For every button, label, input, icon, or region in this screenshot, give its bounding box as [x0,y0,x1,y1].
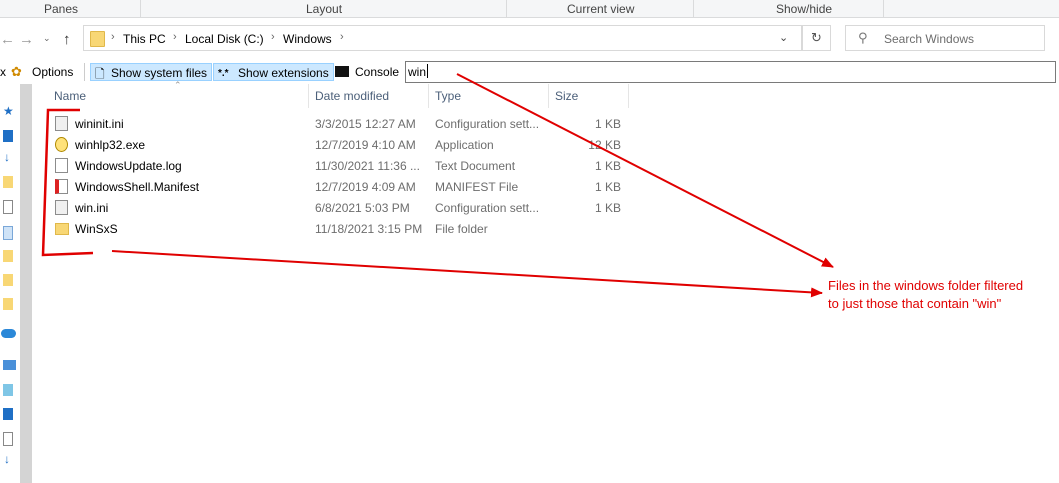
annotation-line-1: Files in the windows folder filtered [828,278,1024,293]
annotation-bracket [41,108,94,257]
annotation-arrow-to-filter [456,73,834,268]
annotation-line-2: to just those that contain "win" [828,296,1002,311]
annotation-text: Files in the windows folder filtered to … [828,277,1023,313]
annotation-arrow-to-files [111,250,823,298]
annotation-overlay [41,73,834,298]
